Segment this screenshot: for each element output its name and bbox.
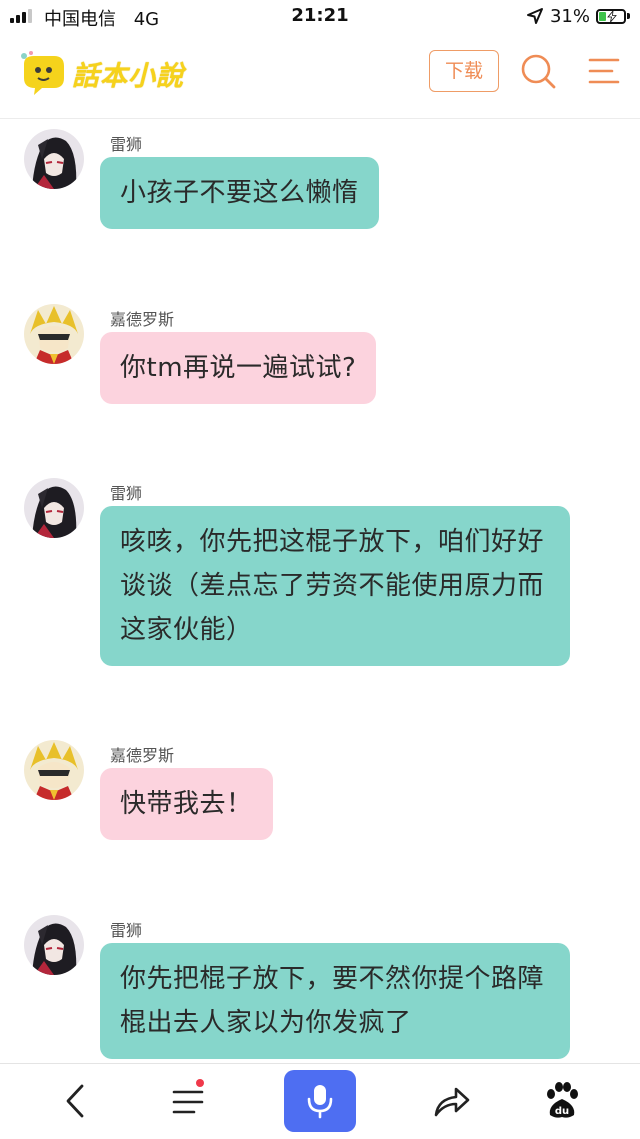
location-arrow-icon — [526, 8, 543, 24]
download-button[interactable]: 下载 — [429, 50, 499, 92]
avatar-jiadeluosi[interactable] — [24, 740, 84, 800]
battery-fill — [599, 11, 606, 21]
jiadeluosi-avatar-icon — [24, 304, 84, 364]
baidu-paw-icon[interactable]: du — [540, 1079, 584, 1123]
app-logo[interactable]: 話本小說 — [16, 50, 194, 96]
avatar-leishi[interactable] — [24, 915, 84, 975]
svg-text:du: du — [555, 1106, 569, 1117]
speaker-name: 嘉德罗斯 — [110, 746, 175, 765]
speaker-name: 嘉德罗斯 — [110, 310, 175, 329]
search-icon[interactable] — [518, 50, 558, 92]
leishi-avatar-icon — [24, 915, 84, 975]
message-bubble[interactable]: 咳咳，你先把这棍子放下，咱们好好谈谈（差点忘了劳资不能使用原力而这家伙能） — [100, 506, 570, 666]
voice-search-button[interactable] — [284, 1070, 356, 1132]
app-header: 話本小說 下载 — [0, 34, 640, 119]
notification-dot — [196, 1079, 204, 1087]
jiadeluosi-avatar-icon — [24, 740, 84, 800]
share-icon[interactable] — [430, 1079, 474, 1123]
microphone-icon — [307, 1085, 333, 1119]
battery-percent: 31% — [549, 5, 590, 27]
message-bubble[interactable]: 小孩子不要这么懒惰 — [100, 157, 379, 229]
avatar-leishi[interactable] — [24, 129, 84, 189]
menu-icon[interactable] — [586, 52, 622, 90]
avatar-leishi[interactable] — [24, 478, 84, 538]
speaker-name: 雷狮 — [110, 135, 143, 154]
list-button[interactable] — [166, 1079, 210, 1123]
speaker-name: 雷狮 — [110, 921, 143, 940]
status-right: 31% — [526, 5, 630, 27]
speaker-name: 雷狮 — [110, 484, 143, 503]
chat-area[interactable]: 雷狮 小孩子不要这么懒惰 嘉德罗斯 你tm再说一遍试试? 雷狮 咳咳，你先把这棍… — [0, 119, 640, 1063]
logo-text: 話本小說 — [72, 61, 184, 92]
charging-bolt-icon — [607, 10, 617, 22]
status-bar: 中国电信 4G 21:21 31% — [0, 0, 640, 34]
leishi-avatar-icon — [24, 129, 84, 189]
message-bubble[interactable]: 你先把棍子放下，要不然你提个路障棍出去人家以为你发疯了 — [100, 943, 570, 1059]
back-arrow-icon[interactable] — [54, 1079, 98, 1123]
avatar-jiadeluosi[interactable] — [24, 304, 84, 364]
leishi-avatar-icon — [24, 478, 84, 538]
bottom-toolbar: du — [0, 1063, 640, 1139]
list-icon — [172, 1090, 204, 1114]
battery-icon — [596, 8, 626, 24]
message-bubble[interactable]: 快带我去！ — [100, 768, 273, 840]
logo-mascot-icon — [21, 51, 64, 95]
message-bubble[interactable]: 你tm再说一遍试试? — [100, 332, 377, 404]
